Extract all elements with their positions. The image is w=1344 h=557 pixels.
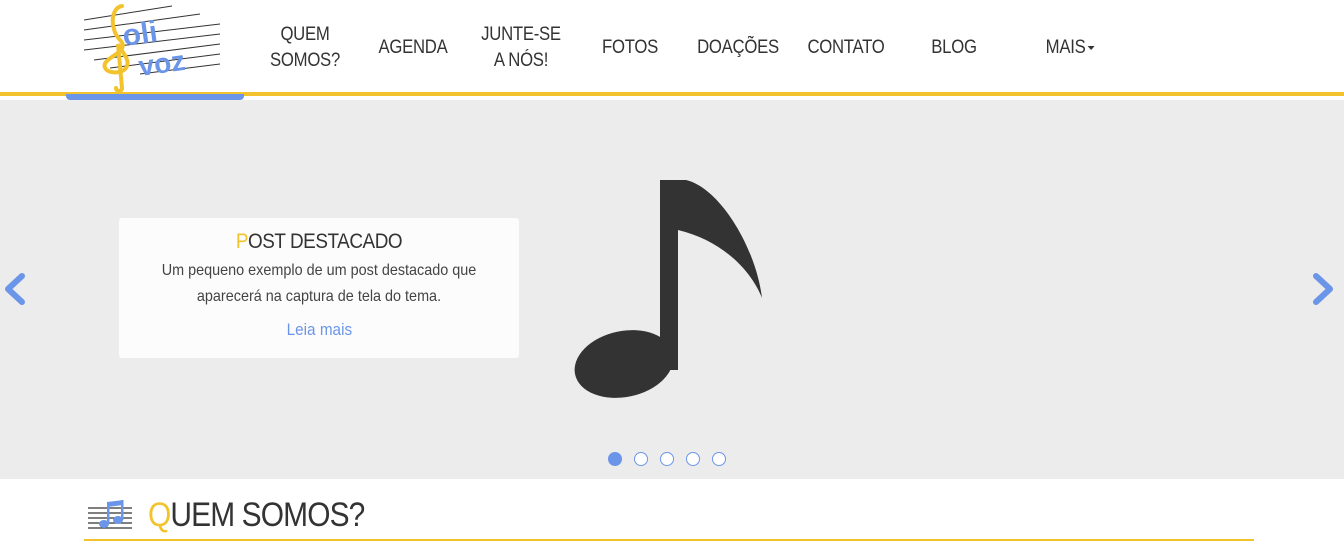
nav-item-doacoes[interactable]: DOAÇÕES <box>694 0 782 96</box>
nav-label: CONTATO <box>807 37 885 58</box>
nav-label: BLOG <box>931 37 977 58</box>
nav-label: A NÓS! <box>493 50 549 71</box>
nav-item-mais-dropdown[interactable]: MAIS <box>1035 0 1105 96</box>
carousel-prev-button[interactable] <box>2 272 28 306</box>
section-title-initial: Q <box>148 496 171 534</box>
caret-down-icon <box>1087 46 1095 50</box>
carousel-dot-4[interactable] <box>686 452 700 466</box>
nav-item-agenda[interactable]: AGENDA <box>373 0 452 96</box>
carousel-dot-3[interactable] <box>660 452 674 466</box>
chevron-left-icon <box>5 273 25 305</box>
nav-label: DOAÇÕES <box>697 37 779 58</box>
music-note-icon <box>574 180 762 398</box>
site-logo[interactable]: oli voz <box>80 0 226 96</box>
svg-text:oli: oli <box>120 15 159 53</box>
site-header: oli voz QUEM SOMOS? AGENDA JUNTE-SE A NÓS!… <box>0 0 1344 100</box>
nav-label: QUEM <box>280 24 330 45</box>
section-heading: QUEM SOMOS? <box>84 490 1254 541</box>
featured-post-caption: POST DESTACADO Um pequeno exemplo de um … <box>119 218 519 358</box>
carousel-dot-1[interactable] <box>608 452 622 466</box>
carousel-indicators <box>608 452 726 466</box>
poli-voz-logo-icon: oli voz <box>83 4 221 93</box>
caption-title-initial: P <box>235 230 249 253</box>
nav-label: AGENDA <box>378 37 448 58</box>
section-title: QUEM SOMOS? <box>148 496 365 535</box>
featured-carousel: POST DESTACADO Um pequeno exemplo de um … <box>0 100 1344 479</box>
nav-label: JUNTE-SE <box>481 24 561 45</box>
nav-item-junte-se[interactable]: JUNTE-SE A NÓS! <box>480 0 563 96</box>
nav-item-contato[interactable]: CONTATO <box>804 0 888 96</box>
section-title-rest: UEM SOMOS? <box>170 496 365 534</box>
music-staff-icon <box>88 500 132 529</box>
read-more-link[interactable]: Leia mais <box>286 320 351 340</box>
carousel-next-button[interactable] <box>1310 272 1336 306</box>
caption-title-rest: OST DESTACADO <box>248 230 403 253</box>
nav-item-quem-somos[interactable]: QUEM SOMOS? <box>267 0 343 96</box>
svg-text:voz: voz <box>137 45 188 82</box>
carousel-dot-5[interactable] <box>712 452 726 466</box>
caption-title: POST DESTACADO <box>139 230 499 254</box>
nav-label: FOTOS <box>602 37 658 58</box>
chevron-right-icon <box>1313 273 1333 305</box>
nav-label: SOMOS? <box>270 50 340 71</box>
caption-text: Um pequeno exemplo de um post destacado … <box>161 262 477 305</box>
nav-label: MAIS <box>1045 37 1086 58</box>
nav-item-blog[interactable]: BLOG <box>921 0 988 96</box>
nav-item-fotos[interactable]: FOTOS <box>595 0 665 96</box>
carousel-dot-2[interactable] <box>634 452 648 466</box>
